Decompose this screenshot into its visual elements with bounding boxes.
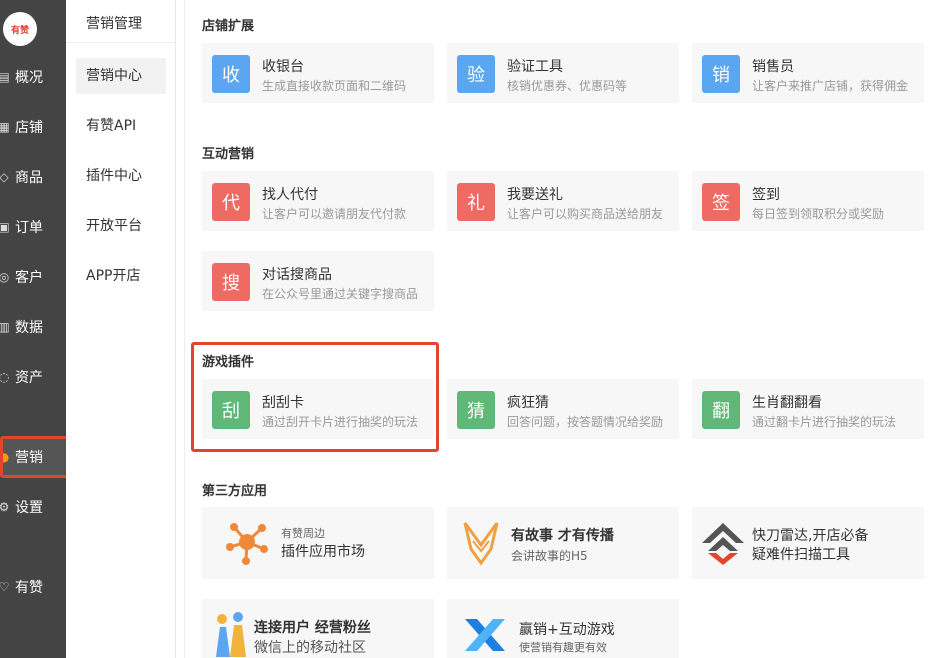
highlight-marketing <box>0 436 70 478</box>
flip-icon: 翻 <box>702 391 740 429</box>
card-desc: 生成直接收款页面和二维码 <box>262 79 407 93</box>
card-salesperson[interactable]: 销 销售员 让客户来推广店铺，获得佣金 <box>692 43 924 103</box>
highlight-game-plugins <box>191 342 439 452</box>
tp-title: 插件应用市场 <box>281 544 365 560</box>
section-title-interactive: 互动营销 <box>202 147 255 162</box>
checkin-icon: 签 <box>702 183 740 221</box>
tp-title: 快刀雷达,开店必备 <box>752 528 869 544</box>
card-desc: 回答问题，按答题情况给奖励 <box>507 415 664 429</box>
card-pay-for-me[interactable]: 代 找人代付 让客户可以邀请朋友代付款 <box>202 171 434 231</box>
fox-icon <box>463 522 499 566</box>
sidebar-item-shop[interactable]: ▦ 店铺 <box>0 107 66 147</box>
section-title-thirdparty: 第三方应用 <box>202 484 268 499</box>
tag-icon: ◇ <box>0 170 9 184</box>
user-icon: ◎ <box>0 270 10 284</box>
subnav-item-marketing-center[interactable]: 营销中心 <box>76 58 166 94</box>
subnav-item-api[interactable]: 有赞API <box>76 108 166 144</box>
card-title: 销售员 <box>752 59 794 75</box>
card-win-marketing[interactable]: 赢销+互动游戏 使营销有趣更有效 <box>447 599 679 658</box>
thumb-icon: ♡ <box>0 580 10 594</box>
x-logo-icon <box>465 619 505 651</box>
card-chat-search[interactable]: 搜 对话搜商品 在公众号里通过关键字搜商品 <box>202 251 434 311</box>
subnav-divider <box>66 42 176 43</box>
network-icon <box>226 523 268 565</box>
card-checkin[interactable]: 签 签到 每日签到领取积分或奖励 <box>692 171 924 231</box>
order-icon: ▣ <box>0 220 10 234</box>
brand-logo[interactable]: 有赞 <box>3 12 37 46</box>
card-title: 收银台 <box>262 59 304 75</box>
card-title: 疯狂猜 <box>507 395 549 411</box>
radar-icon <box>702 523 744 565</box>
tp-subtitle: 微信上的移动社区 <box>254 640 366 656</box>
tp-subtitle: 有赞周边 <box>281 527 325 540</box>
sidebar-item-overview[interactable]: ▤ 概况 <box>0 57 66 97</box>
chart-icon: ▥ <box>0 320 10 334</box>
card-community[interactable]: 连接用户 经营粉丝 微信上的移动社区 <box>202 599 434 658</box>
card-zodiac-flip[interactable]: 翻 生肖翻翻看 通过翻卡片进行抽奖的玩法 <box>692 379 924 439</box>
card-desc: 通过翻卡片进行抽奖的玩法 <box>752 415 897 429</box>
sidebar-item-youzan[interactable]: ♡ 有赞 <box>0 567 66 607</box>
sidebar-item-customers[interactable]: ◎ 客户 <box>0 257 66 297</box>
people-icon <box>216 612 246 657</box>
sidebar-item-assets[interactable]: ◌ 资产 <box>0 357 66 397</box>
subnav-title: 营销管理 <box>86 16 142 32</box>
tp-title: 赢销+互动游戏 <box>519 622 615 638</box>
subnav-item-plugin-center[interactable]: 插件中心 <box>76 158 166 194</box>
tp-title: 有故事 才有传播 <box>511 528 614 544</box>
sidebar-item-orders[interactable]: ▣ 订单 <box>0 207 66 247</box>
main-content: 店铺扩展 收 收银台 生成直接收款页面和二维码 验 验证工具 核销优惠券、优惠码… <box>184 0 933 658</box>
section-title-shop: 店铺扩展 <box>202 19 255 34</box>
card-desc: 让客户可以购买商品送给朋友 <box>507 207 664 221</box>
card-title: 找人代付 <box>262 187 318 203</box>
sidebar-item-settings[interactable]: ⚙ 设置 <box>0 487 66 527</box>
secondary-nav: 营销管理 营销中心 有赞API 插件中心 开放平台 APP开店 <box>66 0 176 658</box>
tp-subtitle: 使营销有趣更有效 <box>519 641 607 654</box>
sidebar-item-goods[interactable]: ◇ 商品 <box>0 157 66 197</box>
card-desc: 核销优惠券、优惠码等 <box>507 79 628 93</box>
tp-subtitle: 会讲故事的H5 <box>511 549 588 563</box>
search-icon: 搜 <box>212 263 250 301</box>
card-title: 对话搜商品 <box>262 267 332 283</box>
guess-icon: 猜 <box>457 391 495 429</box>
card-title: 验证工具 <box>507 59 563 75</box>
card-desc: 每日签到领取积分或奖励 <box>752 207 885 221</box>
tp-subtitle: 疑难件扫描工具 <box>752 547 850 563</box>
card-send-gift[interactable]: 礼 我要送礼 让客户可以购买商品送给朋友 <box>447 171 679 231</box>
verify-icon: 验 <box>457 55 495 93</box>
logo-text: 有赞 <box>10 25 29 36</box>
main-sidebar: 有赞 ▤ 概况 ▦ 店铺 ◇ 商品 ▣ 订单 ◎ 客户 ▥ 数据 ◌ 资产 ● 营销 ⚙ 设置 ♡… <box>0 0 66 658</box>
card-desc: 让客户可以邀请朋友代付款 <box>262 207 407 221</box>
card-desc: 让客户来推广店铺，获得佣金 <box>752 79 909 93</box>
sales-icon: 销 <box>702 55 740 93</box>
subnav-item-app-store[interactable]: APP开店 <box>76 258 166 294</box>
card-plugin-market[interactable]: 有赞周边 插件应用市场 <box>202 507 434 579</box>
gift-icon: 礼 <box>457 183 495 221</box>
cashier-icon: 收 <box>212 55 250 93</box>
asset-icon: ◌ <box>0 370 10 384</box>
overview-icon: ▤ <box>0 70 10 84</box>
card-verify-tool[interactable]: 验 验证工具 核销优惠券、优惠码等 <box>447 43 679 103</box>
card-title: 我要送礼 <box>507 187 563 203</box>
card-story-h5[interactable]: 有故事 才有传播 会讲故事的H5 <box>447 507 679 579</box>
card-radar-tool[interactable]: 快刀雷达,开店必备 疑难件扫描工具 <box>692 507 924 579</box>
tp-title: 连接用户 经营粉丝 <box>254 620 371 636</box>
card-title: 签到 <box>752 187 780 203</box>
card-crazy-guess[interactable]: 猜 疯狂猜 回答问题，按答题情况给奖励 <box>447 379 679 439</box>
card-title: 生肖翻翻看 <box>752 395 822 411</box>
gear-icon: ⚙ <box>0 500 10 514</box>
shop-icon: ▦ <box>0 120 10 134</box>
subnav-item-open-platform[interactable]: 开放平台 <box>76 208 166 244</box>
sidebar-item-data[interactable]: ▥ 数据 <box>0 307 66 347</box>
card-cashier[interactable]: 收 收银台 生成直接收款页面和二维码 <box>202 43 434 103</box>
pay-for-me-icon: 代 <box>212 183 250 221</box>
card-desc: 在公众号里通过关键字搜商品 <box>262 287 419 301</box>
